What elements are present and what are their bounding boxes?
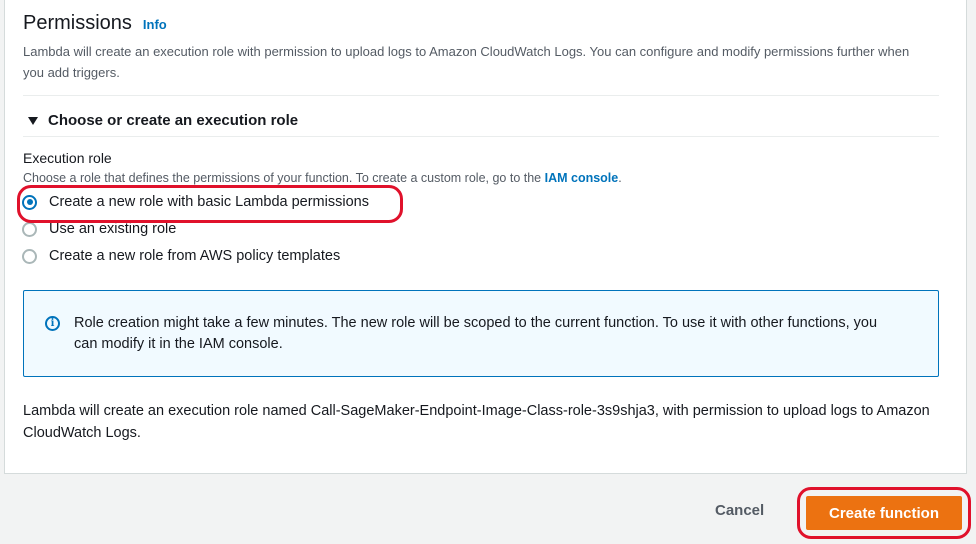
description-text: Choose a role that defines the permissio… [23,171,542,185]
permissions-description: Lambda will create an execution role wit… [23,44,910,80]
radio-button-selected[interactable] [22,194,37,210]
execution-role-label: Execution role [23,150,112,166]
divider [23,136,939,137]
info-alert: i Role creation might take a few minutes… [23,290,939,377]
expander-label: Choose or create an execution role [48,112,299,129]
create-function-button[interactable]: Create function [806,496,962,530]
radio-option-use-existing-role[interactable]: Use an existing role [22,221,176,237]
radio-label: Use an existing role [49,221,177,237]
execution-role-expander[interactable]: Choose or create an execution role [28,112,298,129]
role-name-note: Lambda will create an execution role nam… [23,403,930,441]
radio-label: Create a new role with basic Lambda perm… [49,194,369,210]
radio-option-create-basic-role[interactable]: Create a new role with basic Lambda perm… [22,194,369,210]
permissions-title: Permissions [23,12,132,34]
description-suffix: . [618,171,622,185]
alert-text: Role creation might take a few minutes. … [74,315,878,352]
permissions-header: Permissions Info [23,12,167,35]
info-link[interactable]: Info [143,17,167,32]
radio-option-policy-templates[interactable]: Create a new role from AWS policy templa… [22,248,340,264]
radio-button[interactable] [22,221,37,237]
radio-button[interactable] [22,248,37,264]
divider [23,95,939,96]
info-icon: i [45,316,60,331]
cancel-button[interactable]: Cancel [715,502,764,519]
iam-console-link[interactable]: IAM console [545,171,619,185]
execution-role-description: Choose a role that defines the permissio… [23,171,622,185]
caret-down-icon [28,117,38,125]
radio-label: Create a new role from AWS policy templa… [49,248,341,264]
